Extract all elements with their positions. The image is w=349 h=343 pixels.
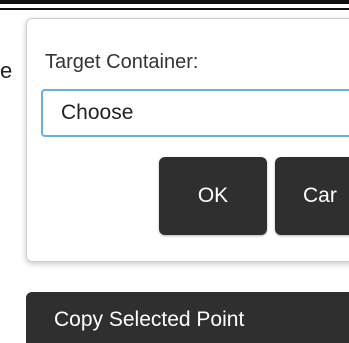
top-border-inner: [0, 8, 349, 10]
cancel-button[interactable]: Car: [275, 157, 349, 235]
screen: e Target Container: Choose OK Car Copy S…: [0, 0, 349, 343]
target-container-popup: Target Container: Choose OK Car: [26, 18, 349, 262]
target-container-select[interactable]: Choose: [41, 89, 349, 137]
copy-selected-points-button[interactable]: Copy Selected Point: [26, 292, 349, 343]
target-container-label: Target Container:: [45, 51, 199, 73]
ok-button[interactable]: OK: [159, 157, 267, 235]
background-text-fragment: e: [0, 58, 13, 83]
top-border: [0, 0, 349, 4]
